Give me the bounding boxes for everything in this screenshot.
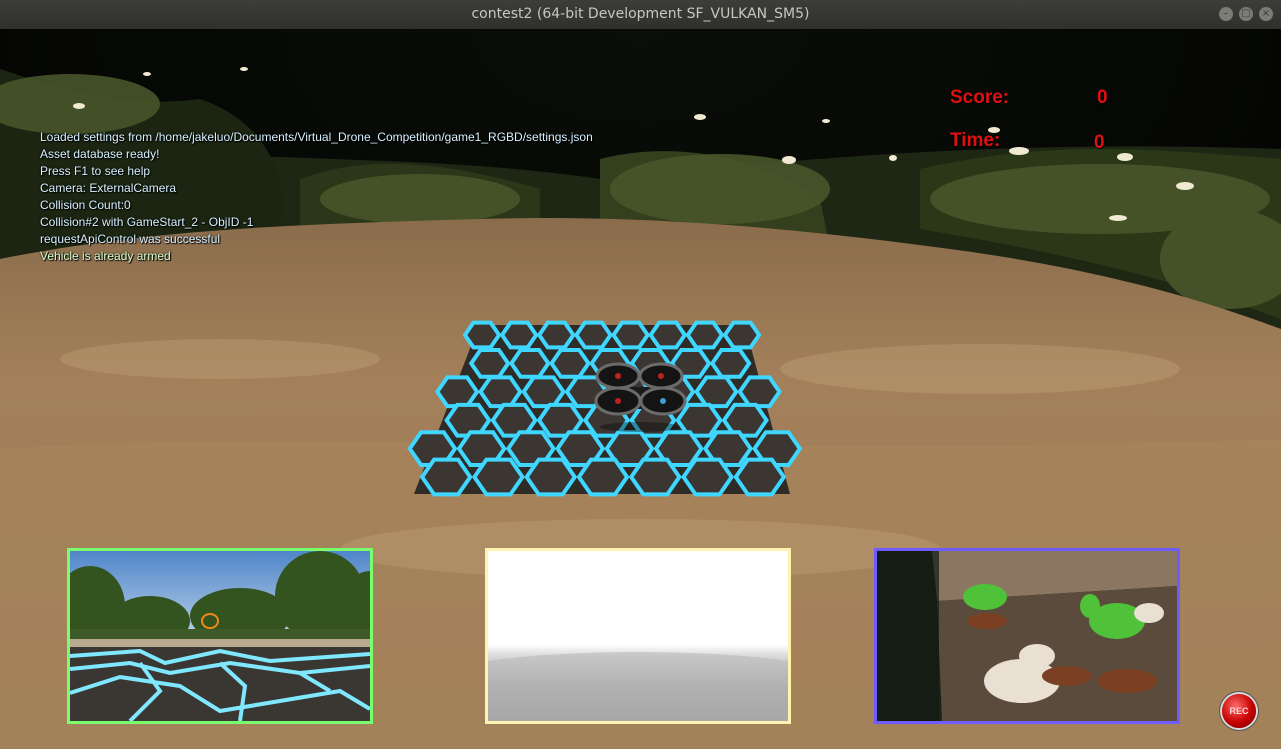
- pad-hex-tile: [471, 457, 525, 497]
- rgb-camera-subwindow: [67, 548, 373, 724]
- pad-hex-tile: [499, 320, 539, 350]
- log-line: Press F1 to see help: [40, 164, 151, 178]
- game-viewport[interactable]: Loaded settings from /home/jakeluo/Docum…: [0, 29, 1281, 749]
- segmentation-camera-subwindow: [874, 548, 1180, 724]
- pad-hex-tile: [648, 320, 688, 350]
- pad-hex-tile: [536, 320, 576, 350]
- time-value: 0: [1094, 132, 1105, 153]
- log-line: Collision#2 with GameStart_2 - ObjID -1: [40, 215, 254, 229]
- pad-hex-tile: [611, 320, 651, 350]
- pad-hex-tile: [685, 320, 725, 350]
- pad-hex-tile: [468, 348, 511, 379]
- pad-hex-tile: [694, 375, 739, 409]
- pad-hex-tile: [419, 457, 473, 497]
- pad-hex-tile: [576, 457, 630, 497]
- pad-hex-tile: [737, 375, 782, 409]
- maximize-button[interactable]: □: [1239, 7, 1253, 21]
- depth-camera-subwindow: [485, 548, 791, 724]
- console-log: Loaded settings from /home/jakeluo/Docum…: [40, 129, 593, 265]
- pad-hex-tile: [722, 320, 762, 350]
- pad-hex-tile: [681, 457, 735, 497]
- pad-hex-tile: [628, 457, 682, 497]
- segmentation-camera-feed: [877, 551, 1177, 721]
- window-title: contest2 (64-bit Development SF_VULKAN_S…: [471, 6, 810, 22]
- time-label: Time:: [950, 130, 1001, 151]
- log-line: Collision Count:0: [40, 198, 131, 212]
- log-line: Asset database ready!: [40, 147, 160, 161]
- pad-hex-tile: [709, 348, 752, 379]
- minimize-button[interactable]: –: [1219, 7, 1233, 21]
- pad-hex-tile: [524, 457, 578, 497]
- pad-hex-tile: [549, 348, 591, 379]
- app-window: contest2 (64-bit Development SF_VULKAN_S…: [0, 0, 1281, 749]
- pad-hex-tile: [521, 375, 566, 409]
- score-label: Score:: [950, 87, 1010, 108]
- log-line: Camera: ExternalCamera: [40, 181, 177, 195]
- log-line: Vehicle is already armed: [40, 249, 171, 263]
- score-value: 0: [1097, 87, 1108, 108]
- pad-hex-tile: [573, 320, 613, 350]
- rgb-camera-feed: [70, 551, 370, 721]
- title-bar[interactable]: contest2 (64-bit Development SF_VULKAN_S…: [0, 0, 1281, 30]
- pad-hex-tile: [733, 457, 787, 497]
- pad-hex-tile: [434, 375, 480, 409]
- log-line: requestApiControl was successful: [40, 232, 221, 246]
- pad-hex-tile: [478, 375, 523, 409]
- pad-hex-tile: [462, 320, 502, 350]
- log-line: Loaded settings from /home/jakeluo/Docum…: [40, 130, 593, 144]
- close-button[interactable]: ×: [1259, 7, 1273, 21]
- record-button[interactable]: REC: [1222, 694, 1256, 728]
- depth-camera-feed: [488, 551, 788, 721]
- pad-hex-tile: [508, 348, 551, 379]
